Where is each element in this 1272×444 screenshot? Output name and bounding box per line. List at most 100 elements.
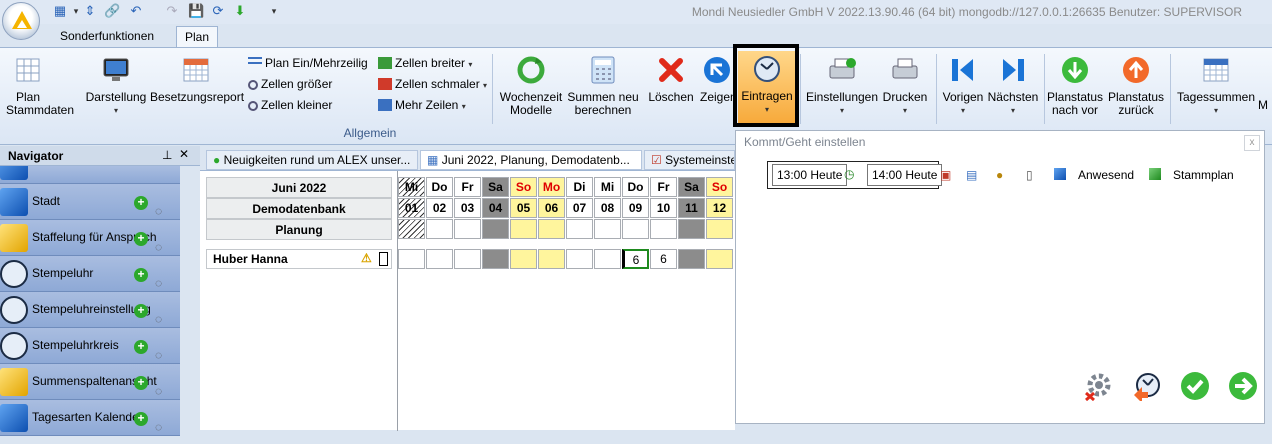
darstellung-button[interactable]: Darstellung ▾ [84,52,148,117]
add-icon[interactable]: + [134,340,148,354]
zeigen-button[interactable]: Zeigen [700,52,737,104]
mode-cell[interactable] [482,219,509,239]
plan-cell[interactable] [538,249,565,269]
tab-sonderfunktionen[interactable]: Sonderfunktionen [52,26,162,48]
mode-cell[interactable] [678,219,705,239]
weekday-cell: Mo [538,177,565,197]
next-arrow-icon[interactable] [1228,371,1258,401]
employee-row-label[interactable]: Huber Hanna ⚠ [206,249,392,269]
zellen-groesser-button[interactable]: Zellen größer [248,75,332,93]
money-bag-icon[interactable]: ● [996,168,1003,182]
loeschen-button[interactable]: Löschen [646,52,696,104]
hide-icon[interactable]: ◌ [155,410,162,444]
checkbox-square[interactable] [379,252,388,266]
mode-cell[interactable] [594,219,621,239]
link-icon[interactable]: 🔗 [104,3,120,19]
mode-cell[interactable] [454,219,481,239]
redo-icon[interactable]: ↷ [164,3,180,19]
plan-cell[interactable]: 6 [622,249,649,269]
nav-item-staffelung[interactable]: Staffelung für Anspruch + ◌ [0,220,180,256]
mode-cell[interactable] [538,219,565,239]
add-icon[interactable]: + [134,232,148,246]
plan-stammdaten-button[interactable]: Plan Stammdaten [4,52,74,117]
naechsten-button[interactable]: Nächsten ▾ [986,52,1040,117]
mode-cell[interactable] [398,219,425,239]
printer-icon [890,55,920,85]
add-icon[interactable]: + [134,196,148,210]
stammplan-label[interactable]: Stammplan [1173,168,1234,182]
navigator-panel: Navigator ⊥ ✕ Stadt + ◌ Staffelung für An… [0,146,200,436]
nav-item-tagesarten-kalender[interactable]: Tagesarten Kalender + ◌ [0,400,180,436]
mode-cell[interactable] [510,219,537,239]
list-icon[interactable]: ▤ [966,168,977,182]
mehr-zeilen-button[interactable]: Mehr Zeilen ▾ [378,96,466,114]
clock-undo-icon[interactable] [1132,371,1162,403]
plan-cell[interactable] [594,249,621,269]
mode-cell[interactable] [426,219,453,239]
zellen-kleiner-button[interactable]: Zellen kleiner [248,96,332,114]
planstatus-nach-vor-button[interactable]: Planstatus nach vor [1046,52,1104,117]
settings-cancel-icon[interactable] [1084,371,1114,402]
document-icon[interactable]: ▯ [1026,168,1033,182]
plan-cell[interactable] [510,249,537,269]
mode-cell[interactable] [622,219,649,239]
plan-cell[interactable]: 6 [650,249,677,269]
close-icon[interactable]: ✕ [179,147,189,161]
from-time-field[interactable]: 13:00 Heute [772,164,848,186]
tab-juni-2022[interactable]: ▦ Juni 2022, Planung, Demodatenb... [420,150,642,170]
tab-plan[interactable]: Plan [176,26,219,48]
nav-item-stempeluhrkreis[interactable]: Stempeluhrkreis + ◌ [0,328,180,364]
tab-systemeinstellungen[interactable]: ☑ Systemeinste [644,150,735,170]
anwesend-label[interactable]: Anwesend [1078,168,1134,182]
plan-cell[interactable] [566,249,593,269]
besetzungsreport-button[interactable]: Besetzungsreport [150,52,244,104]
nav-item-summenspaltenansicht[interactable]: Summenspaltenansicht + ◌ [0,364,180,400]
nav-item-stempeluhr[interactable]: Stempeluhr + ◌ [0,256,180,292]
plan-cell[interactable] [426,249,453,269]
plan-cell[interactable] [678,249,705,269]
to-time-field[interactable]: 14:00 Heute [867,164,943,186]
vorigen-button[interactable]: Vorigen ▾ [940,52,986,117]
mode-cell[interactable] [706,219,733,239]
stamp-icon[interactable]: ▣ [940,168,951,182]
nav-item-stempeluhreinstellung[interactable]: Stempeluhreinstellung + ◌ [0,292,180,328]
layout-icon[interactable]: ▦ [52,3,68,19]
plan-ein-mehrzeilig-button[interactable]: Plan Ein/Mehrzeilig [248,54,368,72]
navigator-scrollbar[interactable] [180,166,200,430]
mode-cell[interactable] [650,219,677,239]
confirm-check-icon[interactable] [1180,371,1210,401]
add-icon[interactable]: + [134,304,148,318]
add-icon[interactable]: + [134,268,148,282]
tagessummen-button[interactable]: Tagessummen ▾ [1176,52,1256,117]
sort-icon[interactable]: ⇕ [82,3,98,19]
zellen-breiter-button[interactable]: Zellen breiter ▾ [378,54,472,72]
drucken-button[interactable]: Drucken ▾ [880,52,930,117]
nav-item-stadt[interactable]: Stadt + ◌ [0,184,180,220]
planstatus-zurueck-button[interactable]: Planstatus zurück [1106,52,1166,117]
pin-icon[interactable]: ⊥ [162,148,172,162]
wochenzeit-modelle-button[interactable]: Wochenzeit Modelle [498,52,564,117]
nav-item-partial[interactable] [0,166,180,184]
download-icon[interactable]: ⬇ [232,3,248,19]
checklist-icon: ☑ [651,153,662,167]
clock-icon [0,260,28,288]
add-icon[interactable]: + [134,412,148,426]
dialog-close-icon[interactable]: x [1244,135,1260,151]
einstellungen-button[interactable]: Einstellungen ▾ [804,52,880,117]
news-icon: ● [213,153,221,167]
refresh-icon[interactable]: ⟳ [210,3,226,19]
plan-cell[interactable] [706,249,733,269]
add-icon[interactable]: + [134,376,148,390]
plan-cell[interactable] [454,249,481,269]
zellen-schmaler-button[interactable]: Zellen schmaler ▾ [378,75,487,93]
summen-neu-berechnen-button[interactable]: Summen neu berechnen [566,52,640,117]
plan-cell[interactable] [482,249,509,269]
save-icon[interactable]: 💾 [188,3,204,19]
printer-check-icon [827,55,857,85]
plan-cell[interactable] [398,249,425,269]
undo-icon[interactable]: ↶ [128,3,144,19]
mode-cell[interactable] [566,219,593,239]
weekday-cell: Sa [482,177,509,197]
customize-qat-icon[interactable]: ▾ [266,3,282,19]
tab-neuigkeiten[interactable]: ● Neuigkeiten rund um ALEX unser... [206,150,418,170]
